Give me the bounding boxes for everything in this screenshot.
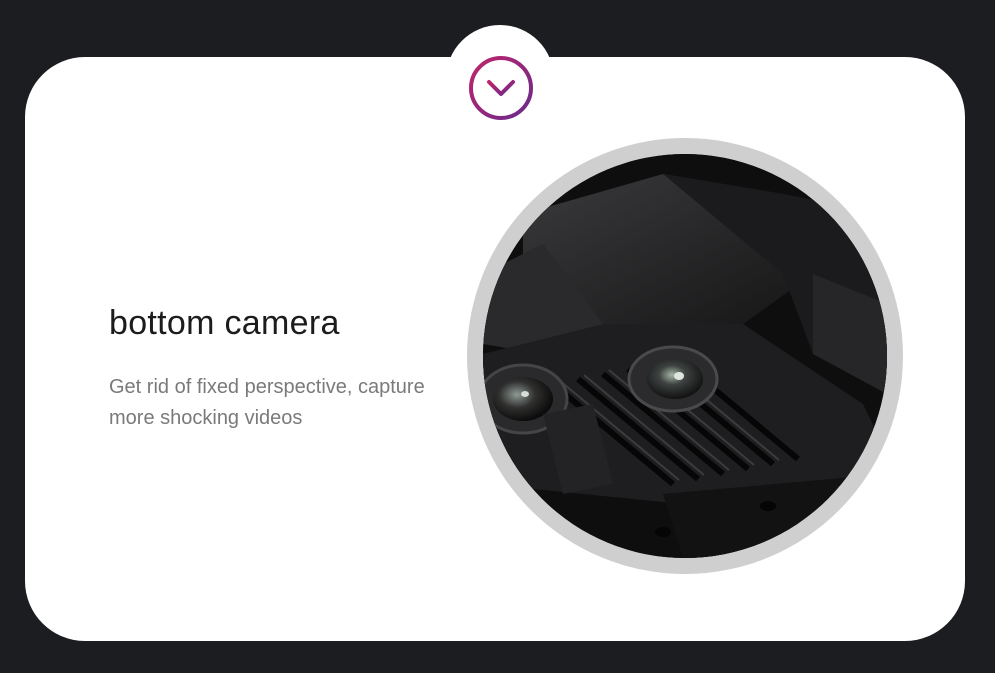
- chevron-down-icon: [469, 56, 533, 120]
- feature-description: Get rid of fixed perspective, capture mo…: [109, 376, 425, 429]
- drone-bottom-camera-photo: [483, 154, 887, 558]
- feature-title: bottom camera: [109, 304, 340, 342]
- expand-toggle-button[interactable]: [467, 54, 535, 122]
